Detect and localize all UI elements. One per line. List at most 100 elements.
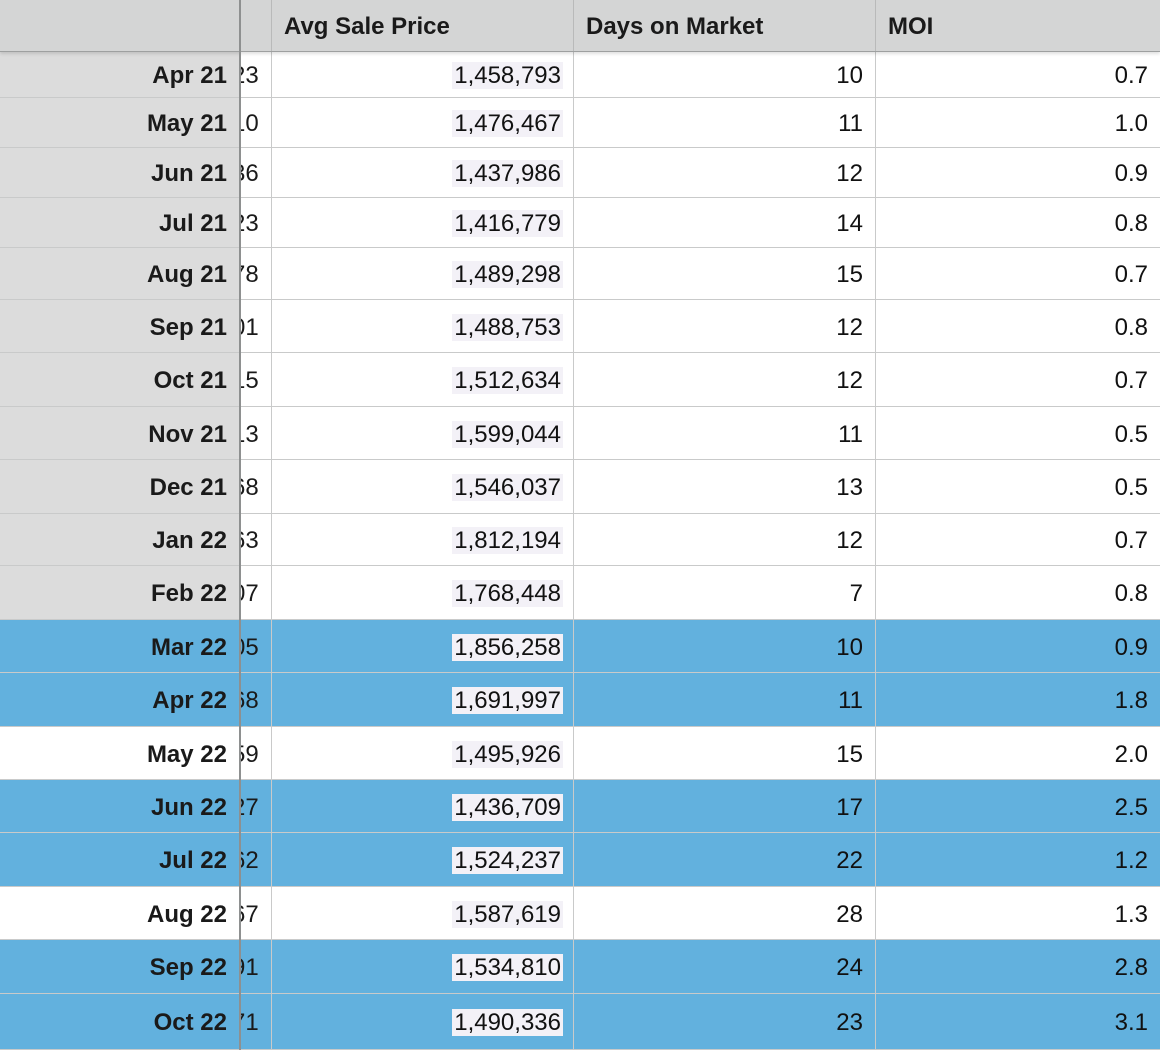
cell-hidden-column[interactable]: 59 [240,727,272,779]
cell-days-on-market[interactable]: 12 [574,300,876,352]
cell-moi[interactable]: 2.0 [876,727,1160,779]
cell-hidden-column[interactable]: 01 [240,300,272,352]
cell-moi[interactable]: 0.5 [876,407,1160,459]
cell-days-on-market[interactable]: 14 [574,198,876,247]
cell-avg-sale-price[interactable]: 1,416,779 [272,198,574,247]
cell-days-on-market[interactable]: 11 [574,98,876,147]
cell-moi[interactable]: 1.3 [876,887,1160,939]
cell-moi[interactable]: 0.9 [876,148,1160,197]
cell-moi[interactable]: 3.1 [876,994,1160,1049]
cell-avg-sale-price[interactable]: 1,599,044 [272,407,574,459]
cell-avg-sale-price[interactable]: 1,812,194 [272,514,574,565]
row-label-month[interactable]: Feb 22 [0,566,240,619]
cell-avg-sale-price[interactable]: 1,437,986 [272,148,574,197]
cell-hidden-column[interactable]: 23 [240,52,272,97]
cell-hidden-column[interactable]: 91 [240,940,272,993]
cell-moi[interactable]: 0.7 [876,248,1160,299]
row-label-month[interactable]: Oct 22 [0,994,240,1049]
cell-hidden-column[interactable]: 23 [240,198,272,247]
cell-days-on-market[interactable]: 24 [574,940,876,993]
cell-days-on-market[interactable]: 12 [574,353,876,406]
cell-days-on-market[interactable]: 12 [574,514,876,565]
cell-avg-sale-price[interactable]: 1,587,619 [272,887,574,939]
cell-avg-sale-price[interactable]: 1,436,709 [272,780,574,832]
cell-moi[interactable]: 0.9 [876,620,1160,672]
cell-hidden-column[interactable]: 13 [240,407,272,459]
cell-days-on-market[interactable]: 10 [574,620,876,672]
cell-avg-sale-price[interactable]: 1,476,467 [272,98,574,147]
cell-days-on-market[interactable]: 13 [574,460,876,513]
cell-days-on-market[interactable]: 15 [574,248,876,299]
cell-avg-sale-price[interactable]: 1,524,237 [272,833,574,886]
cell-avg-sale-price[interactable]: 1,534,810 [272,940,574,993]
row-label-month[interactable]: Jun 21 [0,148,240,197]
cell-moi[interactable]: 0.7 [876,514,1160,565]
row-label-month[interactable]: Mar 22 [0,620,240,672]
cell-hidden-column[interactable]: 15 [240,353,272,406]
row-label-month[interactable]: Dec 21 [0,460,240,513]
cell-days-on-market[interactable]: 10 [574,52,876,97]
cell-days-on-market[interactable]: 11 [574,673,876,726]
cell-moi[interactable]: 0.7 [876,52,1160,97]
row-label-month[interactable]: Oct 21 [0,353,240,406]
cell-hidden-column[interactable]: 27 [240,780,272,832]
cell-hidden-column[interactable]: 36 [240,148,272,197]
row-label-month[interactable]: Aug 21 [0,248,240,299]
cell-hidden-column[interactable]: 68 [240,460,272,513]
row-label-month[interactable]: Apr 22 [0,673,240,726]
cell-hidden-column[interactable]: 10 [240,98,272,147]
cell-avg-sale-price[interactable]: 1,691,997 [272,673,574,726]
cell-hidden-column[interactable]: 71 [240,994,272,1049]
header-moi[interactable]: MOI [876,0,1160,51]
cell-avg-sale-price[interactable]: 1,512,634 [272,353,574,406]
cell-hidden-column[interactable]: 68 [240,673,272,726]
frozen-column-divider[interactable] [239,0,241,1050]
cell-avg-sale-price[interactable]: 1,490,336 [272,994,574,1049]
row-label-month[interactable]: May 21 [0,98,240,147]
cell-moi[interactable]: 2.5 [876,780,1160,832]
cell-moi[interactable]: 0.8 [876,300,1160,352]
cell-moi[interactable]: 1.2 [876,833,1160,886]
header-days-on-market[interactable]: Days on Market [574,0,876,51]
row-label-month[interactable]: Sep 21 [0,300,240,352]
cell-avg-sale-price[interactable]: 1,856,258 [272,620,574,672]
header-cell-frozen[interactable] [0,0,240,51]
cell-hidden-column[interactable]: 63 [240,514,272,565]
cell-days-on-market[interactable]: 23 [574,994,876,1049]
cell-days-on-market[interactable]: 17 [574,780,876,832]
cell-moi[interactable]: 2.8 [876,940,1160,993]
cell-hidden-column[interactable]: 07 [240,566,272,619]
cell-avg-sale-price[interactable]: 1,489,298 [272,248,574,299]
row-label-month[interactable]: Jul 21 [0,198,240,247]
cell-days-on-market[interactable]: 28 [574,887,876,939]
cell-moi[interactable]: 0.8 [876,566,1160,619]
cell-hidden-column[interactable]: 62 [240,833,272,886]
cell-moi[interactable]: 1.8 [876,673,1160,726]
cell-days-on-market[interactable]: 15 [574,727,876,779]
cell-avg-sale-price[interactable]: 1,768,448 [272,566,574,619]
cell-avg-sale-price[interactable]: 1,495,926 [272,727,574,779]
cell-avg-sale-price[interactable]: 1,546,037 [272,460,574,513]
header-cell-hidden[interactable] [240,0,272,51]
row-label-month[interactable]: Aug 22 [0,887,240,939]
cell-avg-sale-price[interactable]: 1,488,753 [272,300,574,352]
cell-hidden-column[interactable]: 67 [240,887,272,939]
row-label-month[interactable]: May 22 [0,727,240,779]
cell-moi[interactable]: 0.7 [876,353,1160,406]
cell-days-on-market[interactable]: 22 [574,833,876,886]
cell-days-on-market[interactable]: 11 [574,407,876,459]
row-label-month[interactable]: Jan 22 [0,514,240,565]
cell-days-on-market[interactable]: 12 [574,148,876,197]
cell-moi[interactable]: 0.8 [876,198,1160,247]
row-label-month[interactable]: Jul 22 [0,833,240,886]
cell-moi[interactable]: 1.0 [876,98,1160,147]
cell-hidden-column[interactable]: 78 [240,248,272,299]
header-avg-sale-price[interactable]: Avg Sale Price [272,0,574,51]
row-label-month[interactable]: Nov 21 [0,407,240,459]
cell-hidden-column[interactable]: 05 [240,620,272,672]
row-label-month[interactable]: Jun 22 [0,780,240,832]
cell-avg-sale-price[interactable]: 1,458,793 [272,52,574,97]
row-label-month[interactable]: Sep 22 [0,940,240,993]
cell-days-on-market[interactable]: 7 [574,566,876,619]
cell-moi[interactable]: 0.5 [876,460,1160,513]
